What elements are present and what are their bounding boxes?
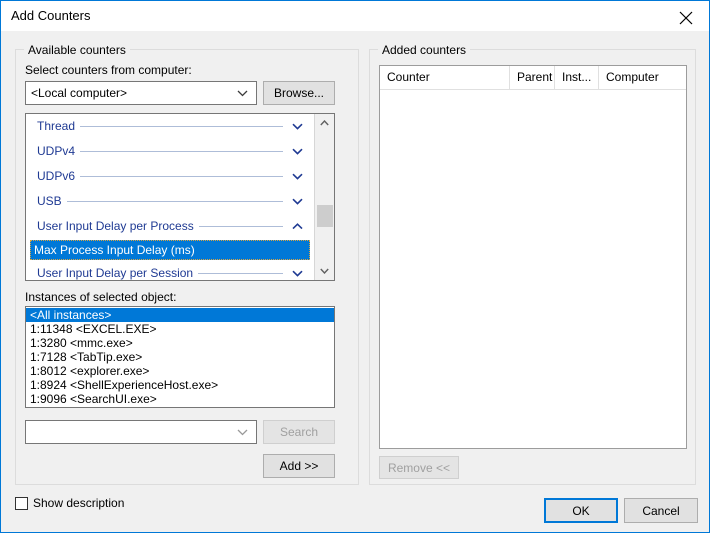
title-bar: Add Counters (1, 1, 709, 31)
scroll-down-arrow-icon[interactable] (315, 262, 334, 280)
browse-button[interactable]: Browse... (263, 81, 335, 105)
table-column-header[interactable]: Counter (380, 66, 510, 89)
search-button-label: Search (264, 426, 334, 438)
add-counters-dialog: Add Counters Available counters Select c… (0, 0, 710, 533)
scroll-down-glyph (320, 268, 329, 274)
tree-rows-container: Thread UDPv4 UDPv6 USB User Input Delay per … (26, 114, 313, 280)
chevron-down-icon[interactable] (292, 270, 303, 277)
instances-label: Instances of selected object: (25, 290, 176, 304)
table-header-row: CounterParentInst...Computer (380, 66, 686, 90)
instances-listbox[interactable]: <All instances>1:11348 <EXCEL.EXE>1:3280… (25, 306, 335, 408)
tree-category-row[interactable]: UDPv6 (26, 164, 313, 189)
list-item[interactable]: 1:8924 <ShellExperienceHost.exe> (26, 378, 334, 392)
scroll-up-arrow-icon[interactable] (315, 114, 334, 132)
tree-category-label: UDPv6 (37, 169, 80, 183)
browse-button-label: Browse... (264, 87, 334, 99)
add-button[interactable]: Add >> (263, 454, 335, 478)
close-icon[interactable] (663, 1, 709, 30)
search-input[interactable] (25, 420, 257, 444)
available-counters-tree[interactable]: Thread UDPv4 UDPv6 USB User Input Delay per … (25, 113, 335, 281)
tree-category-row[interactable]: User Input Delay per Session (26, 261, 313, 280)
tree-counter-label: Max Process Input Delay (ms) (34, 243, 195, 257)
added-counters-table[interactable]: CounterParentInst...Computer (379, 65, 687, 449)
available-counters-legend: Available counters (24, 43, 130, 57)
computer-combo[interactable]: <Local computer> (25, 81, 257, 105)
table-column-header[interactable]: Inst... (555, 66, 599, 89)
tree-category-label: Thread (37, 119, 80, 133)
list-item[interactable]: 1:3280 <mmc.exe> (26, 336, 334, 350)
list-item[interactable]: 1:8012 <explorer.exe> (26, 364, 334, 378)
instances-container: <All instances>1:11348 <EXCEL.EXE>1:3280… (26, 308, 334, 406)
chevron-down-icon (237, 90, 248, 97)
tree-category-row[interactable]: User Input Delay per Process (26, 214, 313, 239)
chevron-down-icon[interactable] (292, 148, 303, 155)
select-computer-label: Select counters from computer: (25, 63, 192, 77)
remove-button-label: Remove << (380, 462, 458, 474)
tree-category-row[interactable]: Thread (26, 114, 313, 139)
cancel-button-label: Cancel (625, 505, 697, 517)
chevron-up-icon[interactable] (292, 223, 303, 230)
tree-scrollbar[interactable] (314, 114, 334, 280)
add-button-label: Add >> (264, 460, 334, 472)
tree-category-label: USB (37, 194, 67, 208)
checkbox-box (15, 497, 28, 510)
list-item[interactable]: 1:7128 <TabTip.exe> (26, 350, 334, 364)
ok-button[interactable]: OK (544, 498, 618, 523)
tree-category-label: User Input Delay per Process (37, 219, 199, 233)
close-glyph (679, 11, 693, 25)
computer-combo-value: <Local computer> (31, 86, 127, 100)
tree-category-row[interactable]: USB (26, 189, 313, 214)
chevron-down-icon[interactable] (292, 123, 303, 130)
list-item[interactable]: 1:11348 <EXCEL.EXE> (26, 322, 334, 336)
scrollbar-thumb[interactable] (317, 205, 333, 227)
added-counters-legend: Added counters (378, 43, 470, 57)
list-item[interactable]: <All instances> (26, 308, 334, 322)
search-button[interactable]: Search (263, 420, 335, 444)
tree-category-label: UDPv4 (37, 144, 80, 158)
tree-counter-row[interactable]: Max Process Input Delay (ms) (26, 239, 313, 261)
chevron-down-icon (237, 429, 248, 436)
ok-button-label: OK (546, 505, 616, 517)
table-body (380, 90, 686, 448)
cancel-button[interactable]: Cancel (624, 498, 698, 523)
table-column-header[interactable]: Parent (510, 66, 555, 89)
show-description-label: Show description (33, 496, 124, 510)
remove-button[interactable]: Remove << (379, 456, 459, 479)
tree-category-label: User Input Delay per Session (37, 266, 198, 280)
table-column-header[interactable]: Computer (599, 66, 687, 89)
window-title: Add Counters (11, 8, 91, 23)
scroll-up-glyph (320, 120, 329, 126)
chevron-down-icon[interactable] (292, 198, 303, 205)
tree-row-rule (37, 201, 283, 202)
chevron-down-icon[interactable] (292, 173, 303, 180)
list-item[interactable]: 1:9096 <SearchUI.exe> (26, 392, 334, 406)
tree-category-row[interactable]: UDPv4 (26, 139, 313, 164)
